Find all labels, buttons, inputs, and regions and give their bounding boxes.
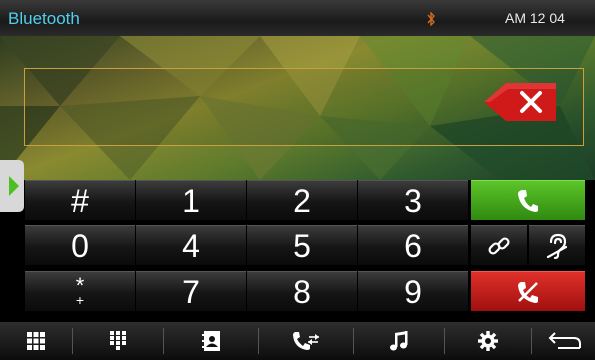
key-0[interactable]: 0 xyxy=(25,225,135,265)
toolbar-home-grid-button[interactable] xyxy=(0,322,72,360)
key-hash[interactable]: # xyxy=(25,180,135,220)
call-log-icon xyxy=(293,332,319,350)
key-2[interactable]: 2 xyxy=(247,180,357,220)
ear-icon xyxy=(546,233,568,259)
toolbar-dialpad-button[interactable] xyxy=(73,322,163,360)
key-star[interactable]: * + xyxy=(25,271,135,311)
call-button[interactable] xyxy=(471,180,585,220)
key-5[interactable]: 5 xyxy=(247,225,357,265)
toolbar-contacts-button[interactable] xyxy=(164,322,258,360)
back-arrow-icon xyxy=(548,332,581,349)
music-note-icon xyxy=(390,331,408,351)
key-1[interactable]: 1 xyxy=(136,180,246,220)
key-4[interactable]: 4 xyxy=(136,225,246,265)
key-9[interactable]: 9 xyxy=(358,271,468,311)
phone-call-icon xyxy=(518,189,538,212)
toolbar-call-log-button[interactable] xyxy=(259,322,353,360)
toolbar-music-button[interactable] xyxy=(354,322,444,360)
key-plus-label: + xyxy=(75,292,85,308)
dial-keypad: # 1 2 3 0 4 5 6 * + 7 8 9 xyxy=(25,180,585,314)
hangup-button[interactable] xyxy=(471,271,585,311)
key-6[interactable]: 6 xyxy=(358,225,468,265)
toolbar-settings-button[interactable] xyxy=(445,322,531,360)
key-7[interactable]: 7 xyxy=(136,271,246,311)
side-panel-tab[interactable] xyxy=(0,160,24,212)
link-icon xyxy=(488,236,510,255)
settings-gear-icon xyxy=(478,331,498,351)
clock: AM 12 04 xyxy=(505,10,565,26)
key-8[interactable]: 8 xyxy=(247,271,357,311)
back-button[interactable] xyxy=(532,322,595,360)
hangup-icon xyxy=(518,281,538,303)
link-button[interactable] xyxy=(471,225,527,265)
status-bar: Bluetooth AM 12 04 xyxy=(0,0,595,36)
app-title: Bluetooth xyxy=(8,9,80,28)
delete-button[interactable] xyxy=(484,83,556,121)
privacy-mode-button[interactable] xyxy=(529,225,585,265)
bottom-toolbar xyxy=(0,322,595,360)
keypad-grid-icon xyxy=(27,332,45,350)
key-3[interactable]: 3 xyxy=(358,180,468,220)
dialpad-icon xyxy=(110,331,126,350)
bluetooth-icon xyxy=(427,12,435,26)
contacts-icon xyxy=(202,331,220,351)
